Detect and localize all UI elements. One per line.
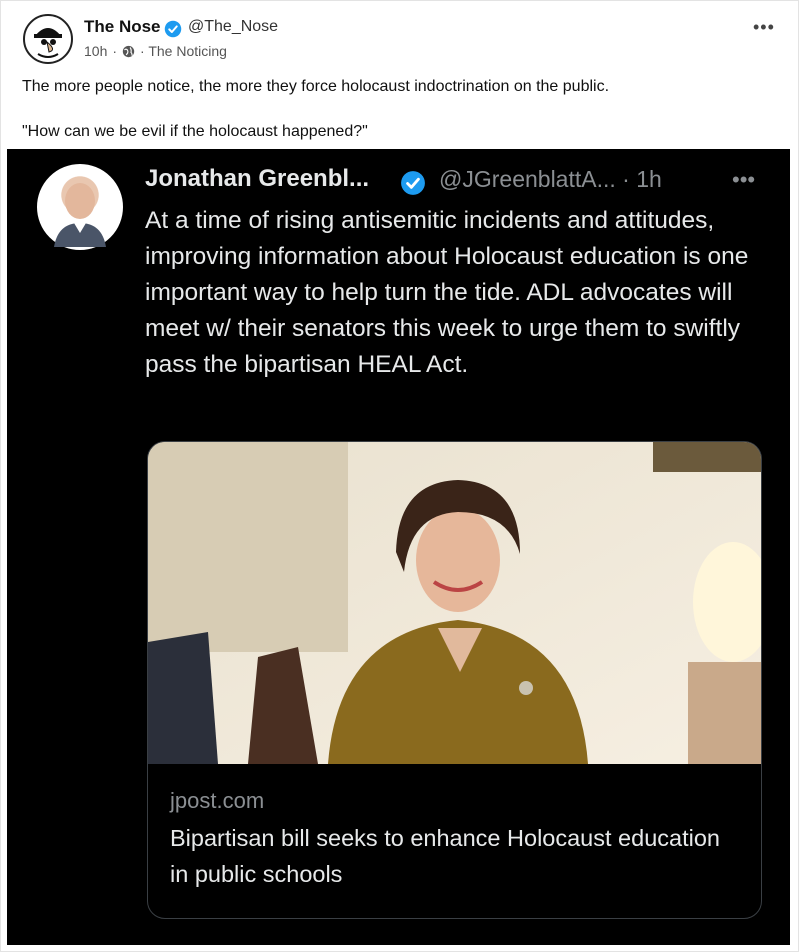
quoted-author-name: Jonathan Greenbl...	[145, 165, 370, 192]
quoted-tweet-screenshot[interactable]: Jonathan Greenbl... @JGreenblattA... · 1…	[7, 149, 790, 945]
globe-icon	[122, 45, 135, 57]
post-text-line-1: The more people notice, the more they fo…	[22, 78, 610, 95]
link-preview-card: jpost.com Bipartisan bill seeks to enhan…	[147, 441, 762, 919]
card-title: Bipartisan bill seeks to enhance Holocau…	[170, 825, 720, 887]
quoted-tweet-text: At a time of rising antisemitic incident…	[145, 207, 749, 378]
author-avatar[interactable]	[23, 14, 73, 64]
verified-badge-icon	[164, 20, 182, 38]
meta-separator: ·	[112, 43, 118, 59]
article-photo	[148, 442, 761, 764]
post-meta: 10h · · The Noticing	[84, 43, 227, 59]
quoted-author-avatar	[37, 164, 123, 250]
post-time[interactable]: 10h	[84, 43, 107, 59]
person-avatar-icon	[54, 183, 106, 247]
community-link[interactable]: · The Noticing	[140, 43, 227, 59]
post-card: The Nose @The_Nose 10h · · The Noticing …	[0, 0, 799, 952]
quoted-author-handle: @JGreenblattA... · 1h	[439, 166, 662, 192]
nose-mascot-icon	[26, 17, 70, 61]
card-domain: jpost.com	[170, 788, 265, 813]
author-handle[interactable]: @The_Nose	[188, 18, 278, 36]
post-text-line-2: "How can we be evil if the holocaust hap…	[22, 123, 368, 140]
author-name[interactable]: The Nose	[84, 17, 161, 37]
quoted-more-icon: •••	[732, 167, 756, 192]
more-options-button[interactable]: •••	[753, 17, 775, 38]
quoted-verified-badge-icon	[401, 171, 425, 195]
